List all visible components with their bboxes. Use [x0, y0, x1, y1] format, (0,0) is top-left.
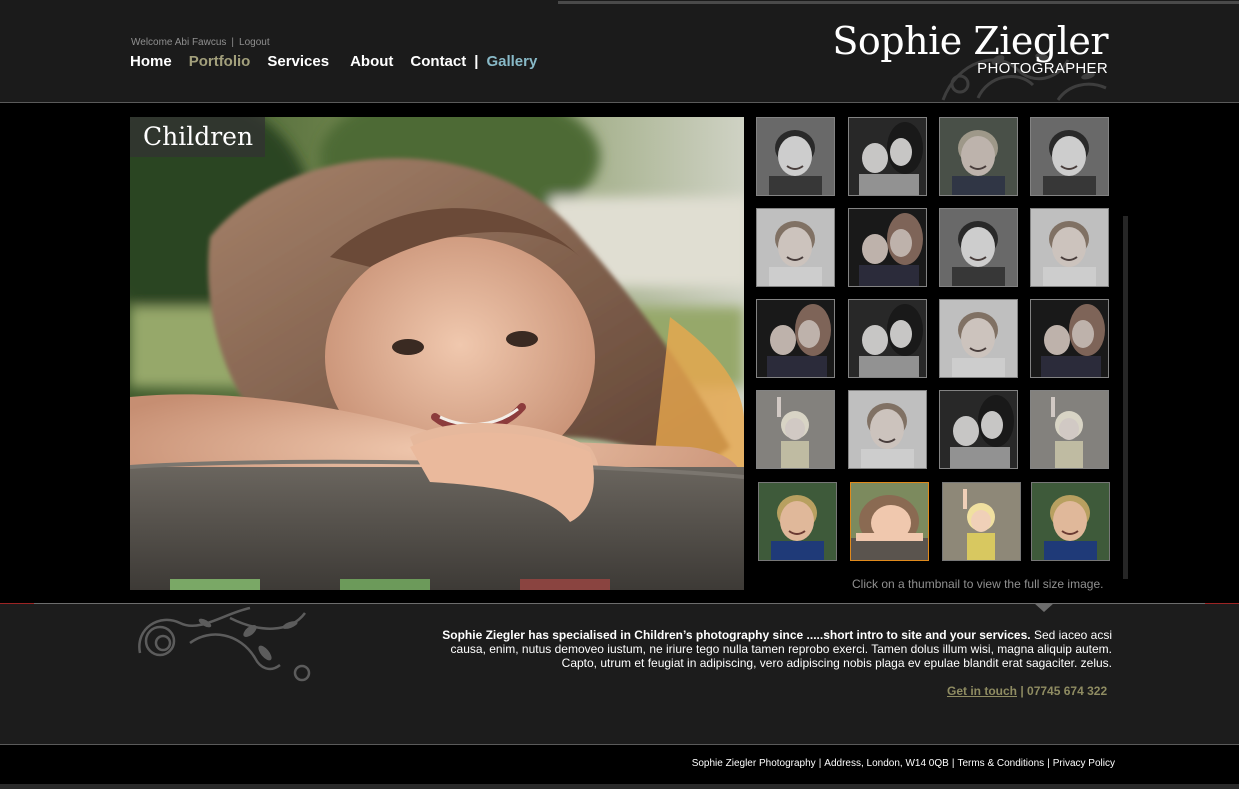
thumbnail-scrollbar[interactable] [1123, 216, 1128, 579]
footer-separator: | [818, 758, 822, 769]
contact-cta: Get in touch | 07745 674 322 [947, 684, 1107, 698]
thumbnail-hint: Click on a thumbnail to view the full si… [852, 577, 1104, 591]
featured-photo-image [130, 117, 744, 590]
brand-logo[interactable]: Sophie Ziegler PHOTOGRAPHER [832, 18, 1108, 77]
thumbnail-boy-blue-shirt[interactable] [758, 482, 837, 561]
thumbnail-mother-girl[interactable] [848, 208, 927, 287]
intro-band: Sophie Ziegler has specialised in Childr… [0, 603, 1239, 744]
site-header: Welcome Abi Fawcus | Logout Home Portfolio… [0, 0, 1239, 103]
thumbnail-mother-baby[interactable] [848, 299, 927, 378]
red-rule-right [1205, 603, 1239, 604]
thumbnail-toddler-wall[interactable] [756, 390, 835, 469]
thumbnail-boy-blue-shirt[interactable] [939, 117, 1018, 196]
main-nav: Home Portfolio Services About Contact | … [130, 53, 537, 70]
thumbnail-mother-girl[interactable] [1030, 299, 1109, 378]
brand-name: Sophie Ziegler [832, 19, 1108, 63]
welcome-separator: | [231, 37, 235, 48]
thumbnail-mother-baby[interactable] [939, 390, 1018, 469]
footer-address: Address, London, W14 0QB [824, 758, 949, 769]
gallery-title: Children [130, 117, 266, 157]
red-rule-left [0, 603, 34, 604]
nav-contact[interactable]: Contact [410, 53, 466, 70]
footer-separator: | [1047, 758, 1050, 769]
welcome-text: Welcome Abi Fawcus [131, 37, 227, 48]
footer-bottom-strip [0, 784, 1239, 789]
site-footer: Sophie Ziegler Photography | Address, Lond… [0, 744, 1239, 784]
nav-services[interactable]: Services [267, 53, 329, 70]
intro-bold: Sophie Ziegler has specialised in Childr… [442, 628, 1031, 642]
footer-privacy-link[interactable]: Privacy Policy [1053, 758, 1115, 769]
footer-separator: | [951, 758, 955, 769]
user-welcome: Welcome Abi Fawcus | Logout [131, 37, 270, 48]
swirl-ornament [138, 606, 311, 682]
thumbnail-girl-red-hair[interactable] [939, 299, 1018, 378]
thumbnail-toddler-wall[interactable] [1030, 390, 1109, 469]
thumbnail-girl-red-hair[interactable] [756, 208, 835, 287]
featured-photo: Children [130, 117, 744, 590]
header-top-rule [558, 1, 1239, 4]
get-in-touch-link[interactable]: Get in touch [947, 684, 1017, 698]
thumbnail-boy-portrait[interactable] [939, 208, 1018, 287]
thumbnail-toddler-wall[interactable] [942, 482, 1021, 561]
nav-separator: | [474, 53, 479, 70]
thumbnail-boy-portrait[interactable] [756, 117, 835, 196]
cta-separator: | [1017, 684, 1028, 698]
thumbnail-boy-portrait[interactable] [1030, 117, 1109, 196]
logout-link[interactable]: Logout [239, 37, 270, 48]
phone-number: 07745 674 322 [1027, 684, 1108, 698]
footer-links: Sophie Ziegler Photography | Address, Lond… [692, 758, 1115, 769]
thumbnail-girl-red-hair[interactable] [1030, 208, 1109, 287]
thumbnail-girl-red-hair[interactable] [848, 390, 927, 469]
thumbnail-mother-baby[interactable] [848, 117, 927, 196]
footer-company[interactable]: Sophie Ziegler Photography [692, 758, 816, 769]
footer-terms-link[interactable]: Terms & Conditions [957, 758, 1044, 769]
thumbnail-girl-bench[interactable] [850, 482, 929, 561]
nav-gallery[interactable]: Gallery [486, 53, 537, 70]
nav-about[interactable]: About [350, 53, 393, 70]
nav-home[interactable]: Home [130, 53, 172, 70]
thumbnail-boy-blue-shirt[interactable] [1031, 482, 1110, 561]
nav-portfolio[interactable]: Portfolio [189, 53, 251, 70]
intro-text: Sophie Ziegler has specialised in Childr… [440, 628, 1112, 670]
hint-pointer [1034, 603, 1054, 612]
thumbnail-mother-girl[interactable] [756, 299, 835, 378]
